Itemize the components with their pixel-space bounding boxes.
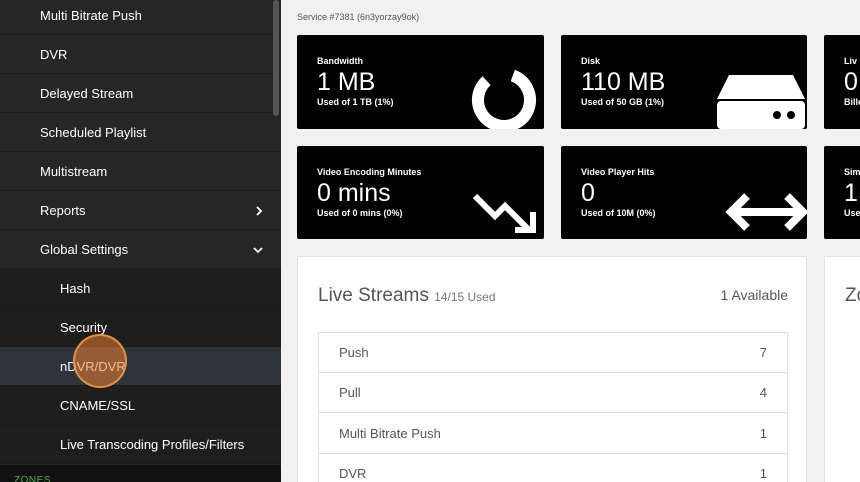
sidebar-zones-heading: ZONES [0, 465, 281, 482]
stat-value: 0 [581, 179, 595, 207]
chevron-down-icon [253, 230, 263, 269]
video-player-hits-card: Video Player Hits 0 Used of 10M (0%) [561, 146, 807, 239]
stream-count: 1 [759, 425, 767, 441]
sidebar-subitem-ndvr-dvr[interactable]: nDVR/DVR [0, 347, 281, 386]
sidebar-item-label: Delayed Stream [40, 85, 134, 101]
encoding-minutes-card: Video Encoding Minutes 0 mins Used of 0 … [297, 146, 544, 239]
stat-value: 0 [844, 68, 858, 96]
stream-row[interactable]: Pull 4 [318, 372, 788, 413]
service-id: Service #7381 (6n3yorzay9ok) [297, 12, 420, 22]
stat-label: Bandwidth [317, 56, 363, 66]
sidebar-scrollbar[interactable] [273, 0, 279, 116]
stream-row[interactable]: DVR 1 [318, 453, 788, 482]
sidebar-item-label: Reports [40, 202, 86, 218]
live-streams-title: Live Streams [318, 285, 429, 306]
stat-sub: Bille [844, 97, 860, 107]
chevron-right-icon [255, 191, 263, 230]
stream-type: Push [339, 345, 369, 360]
stream-type: Pull [339, 384, 361, 400]
stat-sub: Used of 50 GB (1%) [581, 97, 665, 107]
sidebar-item-label: DVR [40, 46, 68, 62]
sidebar-subitem-live-transcoding[interactable]: Live Transcoding Profiles/Filters [0, 425, 281, 464]
sidebar-item-reports[interactable]: Reports [0, 191, 281, 230]
sidebar-item-delayed-stream[interactable]: Delayed Stream [0, 74, 281, 113]
donut-chart-icon [469, 65, 539, 129]
sidebar-item-scheduled-playlist[interactable]: Scheduled Playlist [0, 113, 281, 152]
stream-count: 7 [759, 345, 767, 360]
sidebar-item-dvr[interactable]: DVR [0, 35, 281, 74]
zones-panel-title: Zo [845, 285, 860, 306]
stat-label: Video Player Hits [581, 167, 655, 177]
double-arrow-icon [725, 190, 807, 239]
stat-value: 110 MB [581, 68, 666, 96]
stat-value: 1 [844, 179, 858, 207]
stat-value: 0 mins [317, 179, 391, 207]
simultaneous-card: Sim 1 Use [824, 146, 860, 239]
stat-label: Sim [844, 167, 860, 177]
sidebar-item-label: CNAME/SSL [60, 397, 136, 413]
sidebar-item-label: Scheduled Playlist [40, 124, 147, 140]
stream-row[interactable]: Push 7 [318, 332, 788, 373]
panel-title: Live Streams 14/15 Used [318, 285, 496, 307]
sidebar-subitem-cname-ssl[interactable]: CNAME/SSL [0, 386, 281, 425]
live-streams-panel: Live Streams 14/15 Used 1 Available Push… [297, 256, 807, 482]
bandwidth-card: Bandwidth 1 MB Used of 1 TB (1%) [297, 35, 544, 129]
trend-down-icon [471, 190, 541, 239]
sidebar-item-label: Hash [60, 280, 91, 296]
sidebar-item-label: Security [60, 319, 107, 335]
sidebar-item-multistream[interactable]: Multistream [0, 152, 281, 191]
stat-label: Disk [581, 56, 601, 66]
disk-card: Disk 110 MB Used of 50 GB (1%) [561, 35, 807, 129]
sidebar-item-label: Multi Bitrate Push [40, 7, 142, 23]
stream-count: 4 [759, 384, 767, 400]
sidebar-subitem-hash[interactable]: Hash [0, 269, 281, 308]
sidebar-subitem-security[interactable]: Security [0, 308, 281, 347]
live-streams-used: 14/15 Used [434, 290, 496, 304]
stat-label: Video Encoding Minutes [317, 167, 422, 177]
stat-value: 1 MB [317, 68, 376, 96]
sidebar: Multi Bitrate Push DVR Delayed Stream Sc… [0, 0, 281, 482]
stat-sub: Used of 10M (0%) [581, 208, 656, 218]
sidebar-item-label: Multistream [40, 163, 108, 179]
sidebar-item-label: Global Settings [40, 241, 129, 257]
stat-sub: Use [844, 208, 860, 218]
sidebar-item-label: Live Transcoding Profiles/Filters [60, 436, 245, 452]
sidebar-item-multi-bitrate-push[interactable]: Multi Bitrate Push [0, 0, 281, 35]
stream-type: Multi Bitrate Push [339, 425, 441, 441]
live-streams-available: 1 Available [720, 287, 788, 303]
stat-sub: Used of 0 mins (0%) [317, 208, 403, 218]
stat-sub: Used of 1 TB (1%) [317, 97, 394, 107]
zones-panel: Zo [824, 256, 860, 482]
hard-drive-icon [715, 73, 807, 129]
live-card: Liv 0 Bille [824, 35, 860, 129]
sidebar-item-label: nDVR/DVR [60, 358, 126, 374]
sidebar-item-global-settings[interactable]: Global Settings [0, 230, 281, 269]
stream-row[interactable]: Multi Bitrate Push 1 [318, 413, 788, 454]
stat-label: Liv [844, 56, 858, 66]
stream-type: DVR [339, 465, 367, 481]
stream-count: 1 [759, 465, 767, 481]
